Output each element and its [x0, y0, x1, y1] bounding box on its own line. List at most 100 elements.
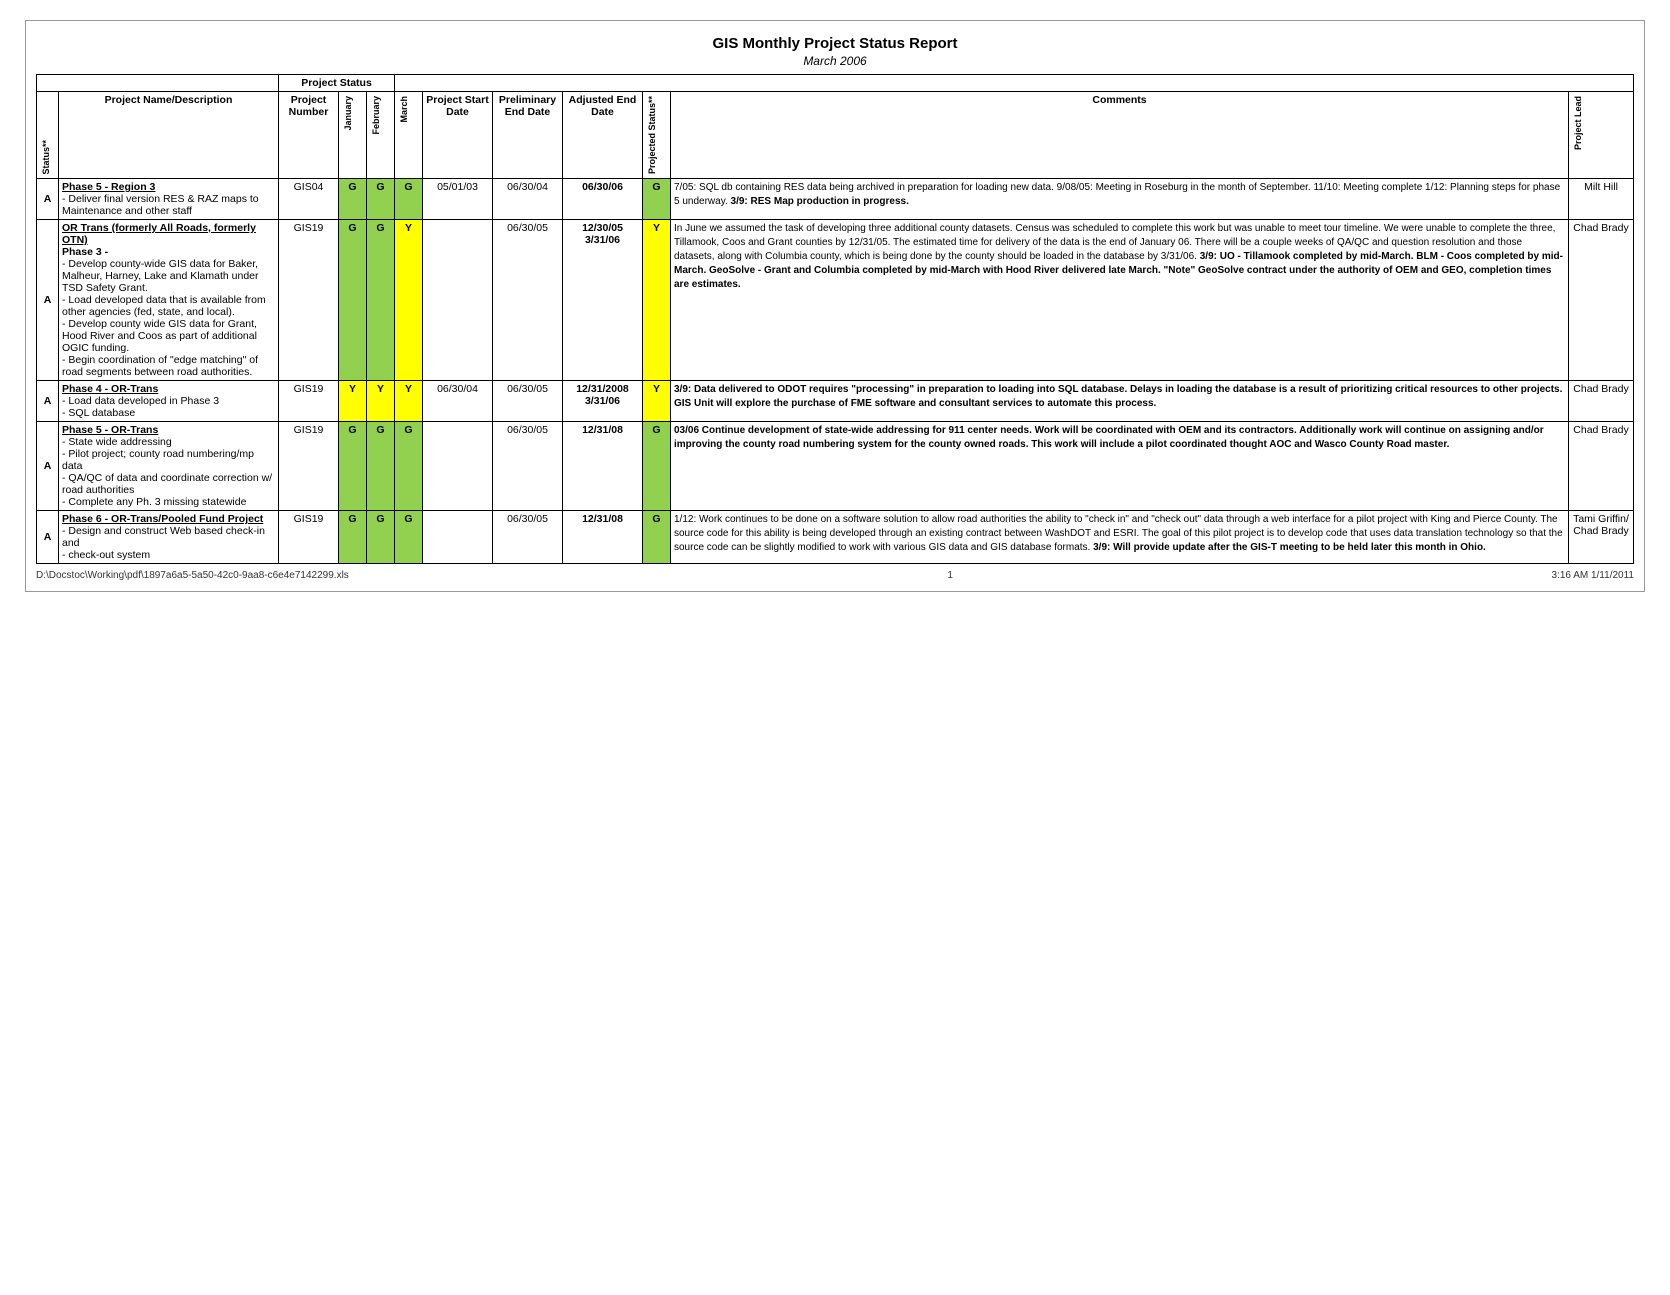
- start-date-cell: 06/30/04: [423, 381, 493, 422]
- status-cell: A: [37, 220, 59, 381]
- march-status-cell: G: [395, 511, 423, 564]
- project-number-cell: GIS04: [279, 179, 339, 220]
- proj-status-header: Projected Status**: [643, 92, 671, 179]
- project-description: - State wide addressing - Pilot project;…: [62, 436, 272, 508]
- adj-end-cell: 12/30/05 3/31/06: [563, 220, 643, 381]
- footer-center: 1: [947, 570, 953, 581]
- february-status-cell: G: [367, 220, 395, 381]
- status-cell: A: [37, 511, 59, 564]
- prelim-end-cell: 06/30/04: [493, 179, 563, 220]
- start-date-header: Project Start Date: [423, 92, 493, 179]
- header-row-2: Status** Project Name/Description Projec…: [37, 92, 1634, 179]
- project-description: - Develop county-wide GIS data for Baker…: [62, 258, 266, 378]
- footer-right: 3:16 AM 1/11/2011: [1552, 570, 1634, 581]
- projected-status-cell: G: [643, 511, 671, 564]
- empty-header-2: [395, 75, 1634, 92]
- project-name-bold: Phase 6 - OR-Trans/Pooled Fund Project: [62, 513, 263, 525]
- comments-cell: 1/12: Work continues to be done on a sof…: [671, 511, 1569, 564]
- project-name-cell: OR Trans (formerly All Roads, formerly O…: [59, 220, 279, 381]
- table-row: AOR Trans (formerly All Roads, formerly …: [37, 220, 1634, 381]
- end-date-header: Preliminary End Date: [493, 92, 563, 179]
- project-name-bold: Phase 4 - OR-Trans: [62, 383, 158, 395]
- january-status-cell: G: [339, 422, 367, 511]
- feb-header: February: [367, 92, 395, 179]
- projected-status-cell: Y: [643, 381, 671, 422]
- project-number-cell: GIS19: [279, 381, 339, 422]
- project-description: - Load data developed in Phase 3 - SQL d…: [62, 395, 219, 419]
- project-phase: Phase 3 -: [62, 246, 108, 258]
- table-row: APhase 5 - Region 3- Deliver final versi…: [37, 179, 1634, 220]
- comment-bold: 3/9: Will provide update after the GIS-T…: [1093, 542, 1486, 553]
- adj-end-cell: 12/31/2008 3/31/06: [563, 381, 643, 422]
- january-status-cell: G: [339, 220, 367, 381]
- comment-bold: 03/06 Continue development of state-wide…: [674, 425, 1544, 450]
- project-name-cell: Phase 4 - OR-Trans- Load data developed …: [59, 381, 279, 422]
- projected-status-cell: G: [643, 179, 671, 220]
- comment-bold: 3/9: Data delivered to ODOT requires "pr…: [674, 384, 1562, 409]
- adj-end-cell: 12/31/08: [563, 511, 643, 564]
- january-status-cell: G: [339, 511, 367, 564]
- empty-header-1: [37, 75, 279, 92]
- project-name-cell: Phase 5 - OR-Trans- State wide addressin…: [59, 422, 279, 511]
- project-lead-cell: Chad Brady: [1569, 381, 1634, 422]
- page-container: GIS Monthly Project Status Report March …: [25, 20, 1645, 592]
- project-lead-cell: Milt Hill: [1569, 179, 1634, 220]
- march-status-cell: G: [395, 179, 423, 220]
- proj-name-header: Project Name/Description: [59, 92, 279, 179]
- february-status-cell: G: [367, 422, 395, 511]
- january-status-cell: Y: [339, 381, 367, 422]
- february-status-cell: G: [367, 511, 395, 564]
- project-description: - Deliver final version RES & RAZ maps t…: [62, 193, 259, 217]
- march-status-cell: Y: [395, 220, 423, 381]
- report-subtitle: March 2006: [36, 54, 1634, 74]
- adj-end-header: Adjusted End Date: [563, 92, 643, 179]
- project-lead-cell: Chad Brady: [1569, 422, 1634, 511]
- project-status-header: Project Status: [279, 75, 395, 92]
- project-name-cell: Phase 6 - OR-Trans/Pooled Fund Project- …: [59, 511, 279, 564]
- february-status-cell: Y: [367, 381, 395, 422]
- project-name-bold: Phase 5 - OR-Trans: [62, 424, 158, 436]
- proj-num-header: Project Number: [279, 92, 339, 179]
- header-row-1: Project Status: [37, 75, 1634, 92]
- comments-cell: 3/9: Data delivered to ODOT requires "pr…: [671, 381, 1569, 422]
- start-date-cell: [423, 220, 493, 381]
- status-header: Status**: [37, 92, 59, 179]
- start-date-cell: [423, 422, 493, 511]
- project-description: - Design and construct Web based check-i…: [62, 525, 265, 561]
- march-status-cell: Y: [395, 381, 423, 422]
- comments-cell: 03/06 Continue development of state-wide…: [671, 422, 1569, 511]
- project-number-cell: GIS19: [279, 422, 339, 511]
- project-lead-cell: Tami Griffin/ Chad Brady: [1569, 511, 1634, 564]
- prelim-end-cell: 06/30/05: [493, 422, 563, 511]
- comment-bold: 3/9: RES Map production in progress.: [731, 196, 909, 207]
- report-title: GIS Monthly Project Status Report: [36, 31, 1634, 54]
- mar-header: March: [395, 92, 423, 179]
- project-name-cell: Phase 5 - Region 3- Deliver final versio…: [59, 179, 279, 220]
- march-status-cell: G: [395, 422, 423, 511]
- comments-cell: 7/05: SQL db containing RES data being a…: [671, 179, 1569, 220]
- footer-left: D:\Docstoc\Working\pdf\1897a6a5-5a50-42c…: [36, 570, 349, 581]
- projected-status-cell: G: [643, 422, 671, 511]
- project-number-cell: GIS19: [279, 511, 339, 564]
- projected-status-cell: Y: [643, 220, 671, 381]
- jan-header: January: [339, 92, 367, 179]
- status-cell: A: [37, 179, 59, 220]
- prelim-end-cell: 06/30/05: [493, 511, 563, 564]
- february-status-cell: G: [367, 179, 395, 220]
- adj-end-cell: 12/31/08: [563, 422, 643, 511]
- project-number-cell: GIS19: [279, 220, 339, 381]
- table-row: APhase 4 - OR-Trans- Load data developed…: [37, 381, 1634, 422]
- january-status-cell: G: [339, 179, 367, 220]
- prelim-end-cell: 06/30/05: [493, 381, 563, 422]
- project-name-bold: OR Trans (formerly All Roads, formerly O…: [62, 222, 256, 246]
- start-date-cell: [423, 511, 493, 564]
- project-lead-cell: Chad Brady: [1569, 220, 1634, 381]
- comments-header: Comments: [671, 92, 1569, 179]
- adj-end-cell: 06/30/06: [563, 179, 643, 220]
- comments-cell: In June we assumed the task of developin…: [671, 220, 1569, 381]
- table-row: APhase 6 - OR-Trans/Pooled Fund Project-…: [37, 511, 1634, 564]
- status-cell: A: [37, 422, 59, 511]
- status-cell: A: [37, 381, 59, 422]
- prelim-end-cell: 06/30/05: [493, 220, 563, 381]
- project-name-bold: Phase 5 - Region 3: [62, 181, 155, 193]
